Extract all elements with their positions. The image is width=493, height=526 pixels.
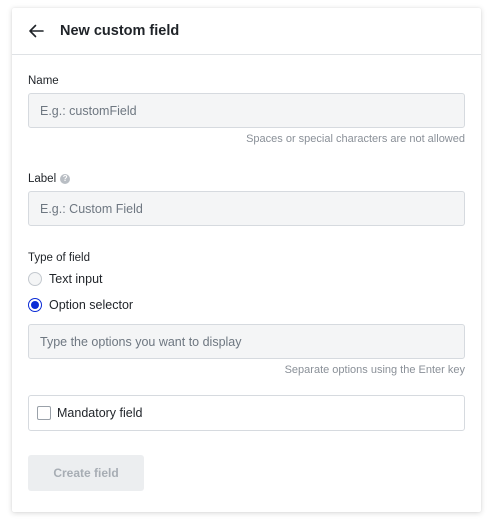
- name-label-text: Name: [28, 75, 59, 87]
- name-label: Name: [28, 75, 465, 87]
- form-body: Name Spaces or special characters are no…: [12, 75, 481, 491]
- type-of-field-label-text: Type of field: [28, 252, 91, 264]
- radio-button-checked[interactable]: [28, 298, 42, 312]
- page-title: New custom field: [60, 23, 180, 39]
- radio-option-selector[interactable]: Option selector: [28, 295, 465, 315]
- label-field-label-text: Label: [28, 173, 57, 185]
- name-hint: Spaces or special characters are not all…: [246, 133, 465, 145]
- custom-field-panel: New custom field Name Spaces or special …: [12, 8, 481, 512]
- question-circle-icon[interactable]: ?: [60, 174, 71, 184]
- label-input[interactable]: [28, 191, 465, 226]
- options-input[interactable]: [28, 324, 465, 359]
- options-hint: Separate options using the Enter key: [284, 364, 465, 376]
- label-field-label: Label ?: [28, 173, 465, 185]
- radio-button-unchecked[interactable]: [28, 272, 42, 286]
- create-field-button[interactable]: Create field: [28, 455, 144, 491]
- type-of-field-label: Type of field: [28, 252, 465, 264]
- name-input[interactable]: [28, 93, 465, 128]
- actions: Create field: [28, 455, 465, 491]
- radio-text-input[interactable]: Text input: [28, 269, 465, 289]
- panel-header: New custom field: [12, 8, 481, 55]
- arrow-left-icon: [29, 24, 44, 38]
- mandatory-field-label: Mandatory field: [57, 406, 143, 420]
- radio-label-text-input: Text input: [49, 272, 103, 286]
- radio-label-option-selector: Option selector: [49, 298, 134, 312]
- back-button[interactable]: [25, 20, 47, 42]
- mandatory-checkbox[interactable]: [37, 406, 51, 420]
- mandatory-field-toggle[interactable]: Mandatory field: [28, 395, 465, 431]
